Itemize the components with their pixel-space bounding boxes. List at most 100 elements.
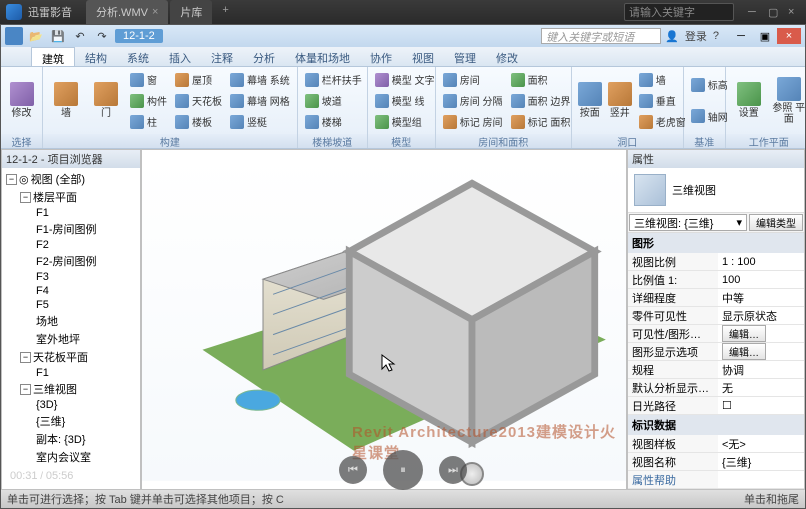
ribbon-tab-systems[interactable]: 系统 bbox=[117, 47, 159, 66]
ribbon-group-model: 模型 bbox=[368, 134, 435, 148]
tag-room-button[interactable]: 标记 房间 bbox=[440, 112, 506, 132]
tree-item[interactable]: 室外地坪 bbox=[4, 330, 138, 348]
tree-node-views[interactable]: −◎ 视图 (全部) bbox=[4, 170, 138, 188]
ramp-button[interactable]: 坡道 bbox=[302, 91, 365, 111]
document-name-badge: 12-1-2 bbox=[115, 29, 163, 43]
tree-item[interactable]: F5 bbox=[4, 298, 138, 312]
door-button[interactable]: 门 bbox=[87, 69, 125, 132]
tree-node-ceilingplans[interactable]: −天花板平面 bbox=[4, 348, 138, 366]
close-button[interactable]: × bbox=[777, 28, 801, 44]
revit-window: 📂 💾 ↶ ↷ 12-1-2 键入关键字或短语 👤 登录 ? ─ ▣ × 建筑 … bbox=[0, 24, 806, 509]
revit-search-input[interactable]: 键入关键字或短语 bbox=[541, 28, 661, 44]
player-search-input[interactable]: 请输入关键字 bbox=[624, 3, 734, 21]
modify-button[interactable]: 修改 bbox=[5, 69, 38, 132]
vertical-opening-button[interactable]: 垂直 bbox=[636, 91, 689, 111]
tree-item[interactable]: 场地 bbox=[4, 312, 138, 330]
close-icon[interactable]: × bbox=[788, 6, 800, 18]
help-icon[interactable]: ? bbox=[713, 30, 719, 42]
ribbon-tab-analyze[interactable]: 分析 bbox=[243, 47, 285, 66]
tree-item[interactable]: F4 bbox=[4, 284, 138, 298]
ribbon-tab-manage[interactable]: 管理 bbox=[444, 47, 486, 66]
viewport-3d[interactable]: ✋ Revit Architecture2013建模设计火星课堂 bbox=[141, 149, 627, 490]
player-tab-video[interactable]: 分析.WMV × bbox=[86, 0, 168, 24]
ceiling-button[interactable]: 天花板 bbox=[172, 91, 225, 111]
app-menu-button[interactable] bbox=[5, 27, 23, 45]
floor-button[interactable]: 楼板 bbox=[172, 112, 225, 132]
edit-type-button[interactable]: 编辑类型 bbox=[749, 214, 803, 231]
railing-button[interactable]: 栏杆扶手 bbox=[302, 70, 365, 90]
tag-area-button[interactable]: 标记 面积 bbox=[508, 112, 574, 132]
room-button[interactable]: 房间 bbox=[440, 70, 506, 90]
tree-node-3dviews[interactable]: −三维视图 bbox=[4, 380, 138, 398]
column-button[interactable]: 柱 bbox=[127, 112, 170, 132]
tree-item[interactable]: F2 bbox=[4, 238, 138, 252]
minimize-button[interactable]: ─ bbox=[729, 28, 753, 44]
prop-value[interactable]: 显示原状态 bbox=[718, 307, 804, 324]
ref-plane-button[interactable]: 参照 平面 bbox=[770, 69, 805, 132]
dormer-button[interactable]: 老虎窗 bbox=[636, 112, 689, 132]
tree-item[interactable]: F1 bbox=[4, 366, 138, 380]
tree-item[interactable]: F3 bbox=[4, 270, 138, 284]
model-line-button[interactable]: 模型 线 bbox=[372, 91, 438, 111]
model-group-button[interactable]: 模型组 bbox=[372, 112, 438, 132]
tree-item[interactable]: 室内会议室 bbox=[4, 448, 138, 466]
roof-button[interactable]: 屋顶 bbox=[172, 70, 225, 90]
view-type-label: 三维视图 bbox=[672, 182, 716, 198]
prop-value[interactable]: 1 : 100 bbox=[718, 253, 804, 270]
component-button[interactable]: 构件 bbox=[127, 91, 170, 111]
project-browser-header[interactable]: 12-1-2 - 项目浏览器 bbox=[2, 150, 140, 168]
tree-item[interactable]: F1-房间图例 bbox=[4, 220, 138, 238]
minimize-icon[interactable]: ─ bbox=[748, 6, 760, 18]
tree-item[interactable]: 副本: {3D} bbox=[4, 430, 138, 448]
by-face-button[interactable]: 按面 bbox=[576, 69, 604, 132]
ribbon-tab-structure[interactable]: 结构 bbox=[75, 47, 117, 66]
shaft-button[interactable]: 竖井 bbox=[606, 69, 634, 132]
area-button[interactable]: 面积 bbox=[508, 70, 574, 90]
status-bar: 单击可进行选择；按 Tab 键并单击可选择其他项目；按 C 单击和拖尾 bbox=[1, 490, 805, 508]
wall-opening-button[interactable]: 墙 bbox=[636, 70, 689, 90]
maximize-icon[interactable]: ▢ bbox=[768, 6, 780, 18]
tree-item[interactable]: {3D} bbox=[4, 398, 138, 412]
view-instance-combo[interactable]: 三维视图: {三维}▾ bbox=[629, 214, 747, 231]
prop-label: 比例值 1: bbox=[628, 271, 718, 288]
qat-open-icon[interactable]: 📂 bbox=[27, 27, 45, 45]
window-button[interactable]: 窗 bbox=[127, 70, 170, 90]
ribbon-tab-insert[interactable]: 插入 bbox=[159, 47, 201, 66]
ribbon-tab-collab[interactable]: 协作 bbox=[360, 47, 402, 66]
mullion-button[interactable]: 竖梃 bbox=[227, 112, 293, 132]
level-button[interactable]: 标高 bbox=[688, 75, 731, 95]
tree-item[interactable]: {三维} bbox=[4, 412, 138, 430]
model-text-button[interactable]: 模型 文字 bbox=[372, 70, 438, 90]
qat-undo-icon[interactable]: ↶ bbox=[71, 27, 89, 45]
curtain-grid-button[interactable]: 幕墙 网格 bbox=[227, 91, 293, 111]
ribbon-tab-modify[interactable]: 修改 bbox=[486, 47, 528, 66]
stair-button[interactable]: 楼梯 bbox=[302, 112, 365, 132]
tree-item[interactable]: F1 bbox=[4, 206, 138, 220]
wall-button[interactable]: 墙 bbox=[47, 69, 85, 132]
area-bound-button[interactable]: 面积 边界 bbox=[508, 91, 574, 111]
close-icon[interactable]: × bbox=[152, 6, 158, 18]
curtain-system-button[interactable]: 幕墙 系统 bbox=[227, 70, 293, 90]
player-tab-library[interactable]: 片库 bbox=[170, 0, 212, 24]
qat-redo-icon[interactable]: ↷ bbox=[93, 27, 111, 45]
ribbon-tab-architecture[interactable]: 建筑 bbox=[31, 47, 75, 66]
ribbon-tab-massing[interactable]: 体量和场地 bbox=[285, 47, 360, 66]
qat-save-icon[interactable]: 💾 bbox=[49, 27, 67, 45]
project-browser-tree[interactable]: −◎ 视图 (全部) −楼层平面 F1 F1-房间图例 F2 F2-房间图例 F… bbox=[2, 168, 140, 489]
room-sep-button[interactable]: 房间 分隔 bbox=[440, 91, 506, 111]
grid-button[interactable]: 轴网 bbox=[688, 106, 731, 126]
tree-item[interactable]: F2-房间图例 bbox=[4, 252, 138, 270]
ribbon-tab-annotate[interactable]: 注释 bbox=[201, 47, 243, 66]
ribbon-group-circulation: 楼梯坡道 bbox=[298, 134, 367, 148]
prop-value[interactable]: 100 bbox=[718, 271, 804, 288]
tree-node-floorplans[interactable]: −楼层平面 bbox=[4, 188, 138, 206]
maximize-button[interactable]: ▣ bbox=[753, 28, 777, 44]
ribbon-group-datum: 基准 bbox=[684, 134, 725, 148]
prop-value[interactable]: 中等 bbox=[718, 289, 804, 306]
ribbon-tab-view[interactable]: 视图 bbox=[402, 47, 444, 66]
set-workplane-button[interactable]: 设置 bbox=[730, 69, 768, 132]
player-add-tab-button[interactable]: + bbox=[214, 0, 236, 24]
properties-header[interactable]: 属性 bbox=[628, 150, 804, 168]
login-link[interactable]: 登录 bbox=[685, 28, 707, 44]
vis-graphics-edit-button[interactable]: 编辑… bbox=[722, 325, 766, 342]
